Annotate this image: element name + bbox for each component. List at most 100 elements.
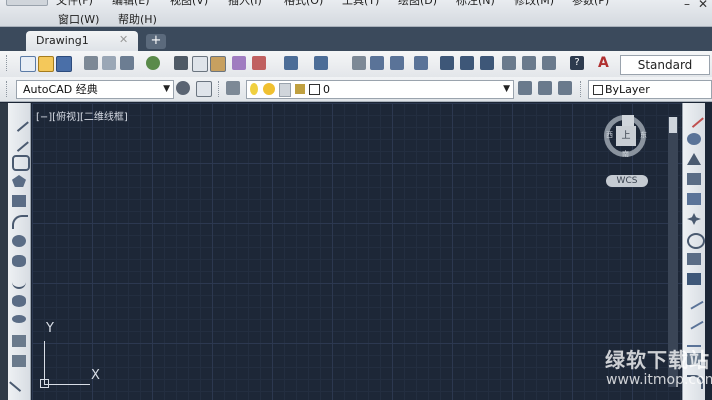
plot-preview-icon[interactable] [102, 56, 116, 70]
lightbulb-icon [250, 83, 258, 95]
workspace-settings-icon[interactable] [176, 81, 190, 95]
ellipse-icon[interactable] [12, 295, 26, 307]
tab-label: Drawing1 [36, 34, 89, 47]
open-file-icon[interactable] [38, 56, 54, 72]
construction-line-icon[interactable] [9, 132, 29, 152]
watermark-logo: 绿软下载站 [605, 348, 710, 372]
layer-properties-icon[interactable] [226, 81, 240, 95]
drawing-canvas[interactable]: [−][俯视][二维线框] 上 北 南 东 西 WCS Y X [32, 103, 682, 400]
viewcube-face[interactable]: 上 [616, 126, 636, 146]
menu-parametric[interactable]: 参数(P) [572, 0, 609, 8]
properties-icon[interactable] [440, 56, 454, 70]
save-icon[interactable] [56, 56, 72, 72]
mirror-icon[interactable] [687, 153, 701, 165]
offset-icon[interactable] [687, 173, 701, 185]
polygon-icon[interactable] [12, 175, 26, 187]
trim-icon[interactable] [684, 290, 704, 310]
insert-block-icon[interactable] [12, 335, 26, 347]
menu-insert[interactable]: 插入(I) [228, 0, 262, 8]
design-center-icon[interactable] [460, 56, 474, 70]
paste-icon[interactable] [210, 56, 226, 72]
new-tab-button[interactable]: + [146, 34, 166, 49]
zoom-window-icon[interactable] [390, 56, 404, 70]
lock-icon [295, 84, 305, 94]
make-object-layer-current-icon[interactable] [518, 81, 532, 95]
ucs-x-label: X [91, 368, 100, 383]
scale-icon[interactable] [687, 253, 701, 265]
ucs-y-label: Y [46, 321, 54, 336]
app-icon[interactable] [6, 0, 48, 6]
cut-icon[interactable] [174, 56, 188, 70]
minimize-button[interactable]: – [680, 0, 694, 10]
standard-toolbar: ? A Standard [0, 51, 712, 78]
wcs-menu-button[interactable]: WCS [606, 175, 648, 187]
point-icon[interactable] [9, 372, 29, 392]
zoom-previous-icon[interactable] [414, 56, 428, 70]
tab-close-icon[interactable]: ✕ [119, 33, 128, 46]
menu-dimension[interactable]: 标注(N) [456, 0, 495, 8]
toolbar-grip[interactable] [580, 81, 584, 97]
layer-previous-icon[interactable] [538, 81, 552, 95]
circle-icon[interactable] [12, 235, 26, 247]
copy-icon[interactable] [192, 56, 208, 72]
workspace-layers-toolbar: AutoCAD 经典 ▼ 0 ▼ ByLayer [0, 77, 712, 102]
ellipse-arc-icon[interactable] [12, 315, 26, 323]
3d-dwf-icon[interactable] [146, 56, 160, 70]
menu-edit[interactable]: 编辑(E) [112, 0, 150, 8]
publish-icon[interactable] [120, 56, 134, 70]
help-icon[interactable]: ? [570, 56, 584, 70]
undo-icon[interactable] [284, 56, 298, 70]
block-editor-icon[interactable] [252, 56, 266, 70]
menu-window[interactable]: 窗口(W) [58, 11, 99, 26]
close-button[interactable]: ✕ [696, 0, 710, 10]
menu-format[interactable]: 格式(O) [284, 0, 323, 8]
menu-draw[interactable]: 绘图(D) [398, 0, 437, 8]
rotate-icon[interactable] [687, 233, 705, 249]
stretch-icon[interactable] [687, 273, 701, 285]
move-icon[interactable] [687, 213, 701, 225]
print-icon[interactable] [84, 56, 98, 70]
quickcalc-icon[interactable] [542, 56, 556, 70]
spline-icon[interactable] [12, 275, 26, 289]
new-file-icon[interactable] [20, 56, 36, 72]
toolbar-grip[interactable] [218, 81, 222, 97]
make-block-icon[interactable] [12, 355, 26, 367]
text-style-select[interactable]: Standard [620, 55, 710, 75]
menu-help[interactable]: 帮助(H) [118, 11, 157, 26]
markup-icon[interactable] [522, 56, 536, 70]
arc-icon[interactable] [12, 215, 28, 229]
revision-cloud-icon[interactable] [12, 255, 26, 267]
layer-states-icon[interactable] [558, 81, 572, 95]
menu-view[interactable]: 视图(V) [170, 0, 208, 8]
rectangle-icon[interactable] [12, 195, 26, 207]
extend-icon[interactable] [684, 310, 704, 330]
document-tab-bar: Drawing1 ✕ + [0, 27, 712, 51]
polyline-icon[interactable] [12, 155, 30, 171]
scrollbar-thumb[interactable] [669, 117, 677, 133]
toolbar-grip[interactable] [6, 55, 10, 71]
color-select[interactable]: ByLayer [588, 80, 712, 99]
line-icon[interactable] [9, 112, 29, 132]
sheet-set-icon[interactable] [502, 56, 516, 70]
left-edge [0, 103, 8, 400]
zoom-realtime-icon[interactable] [370, 56, 384, 70]
chevron-down-icon: ▼ [163, 84, 170, 94]
watermark-url: www.itmop.com [606, 372, 712, 388]
tool-palettes-icon[interactable] [480, 56, 494, 70]
menu-file[interactable]: 文件(F) [56, 0, 93, 8]
menu-modify[interactable]: 修改(M) [514, 0, 554, 8]
menu-tools[interactable]: 工具(T) [342, 0, 379, 8]
pan-icon[interactable] [352, 56, 366, 70]
redo-icon[interactable] [314, 56, 328, 70]
viewport-controls-label[interactable]: [−][俯视][二维线框] [36, 108, 128, 123]
tab-drawing1[interactable]: Drawing1 ✕ [26, 31, 138, 51]
text-style-icon[interactable]: A [598, 55, 614, 73]
copy-object-icon[interactable] [687, 133, 701, 145]
toolbar-grip[interactable] [6, 81, 10, 97]
layer-select[interactable]: 0 ▼ [246, 80, 514, 99]
workspace-select[interactable]: AutoCAD 经典 ▼ [16, 80, 174, 99]
erase-icon[interactable] [684, 108, 704, 128]
array-icon[interactable] [687, 193, 701, 205]
workspace-save-icon[interactable] [196, 81, 212, 97]
match-properties-icon[interactable] [232, 56, 246, 70]
